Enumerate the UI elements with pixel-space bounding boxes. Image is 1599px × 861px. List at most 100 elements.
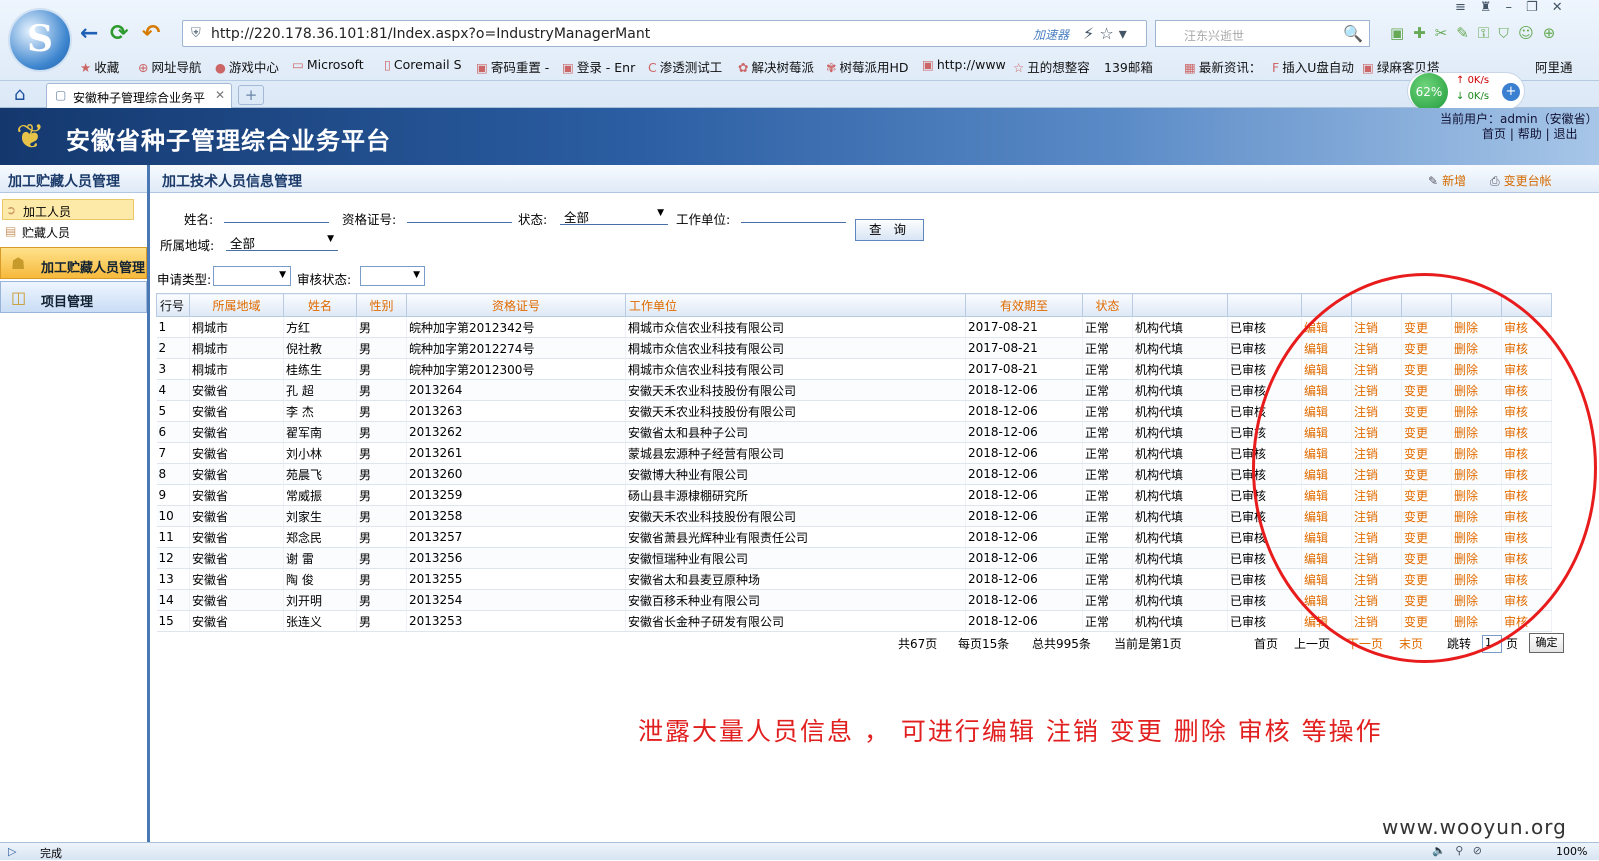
edit-link[interactable]: 编辑 (1301, 421, 1352, 443)
cancel-link[interactable]: 注销 (1351, 358, 1402, 380)
prev-page-link[interactable]: 上一页 (1294, 635, 1330, 652)
review-link[interactable]: 审核 (1501, 442, 1552, 464)
cancel-link[interactable]: 注销 (1351, 463, 1402, 485)
delete-link[interactable]: 删除 (1451, 421, 1502, 443)
first-page-link[interactable]: 首页 (1254, 635, 1278, 652)
bookmark-item[interactable]: ★ 收藏 (80, 57, 119, 76)
edit-link[interactable]: 编辑 (1301, 505, 1352, 527)
review-link[interactable]: 审核 (1501, 316, 1552, 338)
review-link[interactable]: 审核 (1501, 358, 1552, 380)
edit-link[interactable]: 编辑 (1301, 610, 1352, 632)
review-link[interactable]: 审核 (1501, 610, 1552, 632)
bookmark-item[interactable]: ▣ 寄码重置 - (476, 57, 549, 76)
cancel-link[interactable]: 注销 (1351, 442, 1402, 464)
edit-link[interactable]: 编辑 (1301, 547, 1352, 569)
exit-link[interactable]: 退出 (1553, 127, 1577, 141)
edit-link[interactable]: 编辑 (1301, 442, 1352, 464)
status-tray-icons[interactable]: 🔈 ⚲ ⊘ (1432, 844, 1485, 857)
delete-link[interactable]: 删除 (1451, 400, 1502, 422)
name-input[interactable] (224, 205, 329, 223)
back-arrow-icon[interactable]: ← (80, 22, 98, 46)
bookmark-item[interactable]: F 插入U盘自动 (1272, 57, 1354, 76)
cancel-link[interactable]: 注销 (1351, 505, 1402, 527)
edit-link[interactable]: 编辑 (1301, 484, 1352, 506)
bookmark-item[interactable]: 阿里通 (1535, 57, 1573, 76)
toolbar-icons[interactable]: ▣✚✂✎⚿⛉☺⊕ (1390, 24, 1564, 42)
edit-link[interactable]: 编辑 (1301, 568, 1352, 590)
change-link[interactable]: 变更 (1401, 316, 1452, 338)
change-link[interactable]: 变更 (1401, 589, 1452, 611)
query-button[interactable]: 查 询 (855, 219, 924, 241)
bookmark-item[interactable]: ✾ 树莓派用HD (826, 57, 909, 76)
bookmark-item[interactable]: ☆ 丑的想整容 (1013, 57, 1090, 76)
search-input[interactable]: 汪东兴逝世 🔍 (1155, 20, 1370, 47)
undo-icon[interactable]: ↶ (142, 22, 160, 46)
delete-link[interactable]: 删除 (1451, 463, 1502, 485)
window-controls[interactable]: ≡♜–❐✕ (1455, 0, 1577, 15)
cancel-link[interactable]: 注销 (1351, 316, 1402, 338)
change-link[interactable]: 变更 (1401, 337, 1452, 359)
new-button[interactable]: ✎ 新增 (1428, 172, 1466, 189)
cancel-link[interactable]: 注销 (1351, 400, 1402, 422)
review-link[interactable]: 审核 (1501, 400, 1552, 422)
close-icon[interactable]: ✕ (215, 88, 225, 102)
bookmark-item[interactable]: ● 游戏中心 (215, 57, 279, 76)
delete-link[interactable]: 删除 (1451, 316, 1502, 338)
change-link[interactable]: 变更 (1401, 358, 1452, 380)
change-link[interactable]: 变更 (1401, 505, 1452, 527)
bookmark-item[interactable]: ▯ Coremail S (384, 57, 462, 72)
change-link[interactable]: 变更 (1401, 442, 1452, 464)
review-link[interactable]: 审核 (1501, 337, 1552, 359)
review-link[interactable]: 审核 (1501, 505, 1552, 527)
star-icon[interactable]: ⚡ ☆ ▾ (1083, 24, 1127, 43)
review-link[interactable]: 审核 (1501, 463, 1552, 485)
edit-link[interactable]: 编辑 (1301, 526, 1352, 548)
cancel-link[interactable]: 注销 (1351, 526, 1402, 548)
review-link[interactable]: 审核 (1501, 484, 1552, 506)
home-icon[interactable]: ⌂ (14, 84, 25, 105)
change-link[interactable]: 变更 (1401, 379, 1452, 401)
search-icon[interactable]: 🔍 (1343, 24, 1363, 43)
change-link[interactable]: 变更 (1401, 421, 1452, 443)
sidebar-item-processing-staff[interactable]: ➲ 加工人员 (2, 199, 134, 220)
change-link[interactable]: 变更 (1401, 484, 1452, 506)
cert-input[interactable] (407, 205, 512, 223)
edit-link[interactable]: 编辑 (1301, 589, 1352, 611)
bookmark-item[interactable]: ✿ 解决树莓派 (738, 57, 814, 76)
unit-input[interactable] (741, 205, 846, 223)
change-link[interactable]: 变更 (1401, 400, 1452, 422)
bookmark-item[interactable]: ⊕ 网址导航 (138, 57, 202, 76)
cancel-link[interactable]: 注销 (1351, 568, 1402, 590)
cancel-link[interactable]: 注销 (1351, 337, 1402, 359)
network-monitor[interactable]: 62% ↑ 0K/s ↓ 0K/s + (1407, 72, 1525, 111)
edit-link[interactable]: 编辑 (1301, 379, 1352, 401)
delete-link[interactable]: 删除 (1451, 589, 1502, 611)
change-link[interactable]: 变更 (1401, 547, 1452, 569)
delete-link[interactable]: 删除 (1451, 358, 1502, 380)
delete-link[interactable]: 删除 (1451, 526, 1502, 548)
review-link[interactable]: 审核 (1501, 421, 1552, 443)
accelerator-label[interactable]: 加速器 (1033, 26, 1069, 43)
status-select[interactable]: 全部 ▼ (560, 207, 668, 225)
edit-link[interactable]: 编辑 (1301, 316, 1352, 338)
cancel-link[interactable]: 注销 (1351, 484, 1402, 506)
sidebar-section-projects[interactable]: ◫ 项目管理 (0, 281, 147, 313)
next-page-link[interactable]: 下一页 (1347, 635, 1383, 652)
bookmark-item[interactable]: ▭ Microsoft (292, 57, 364, 72)
help-link[interactable]: 帮助 (1518, 127, 1542, 141)
refresh-icon[interactable]: ⟳ (110, 22, 128, 46)
sidebar-item-storage-staff[interactable]: ▤ 贮藏人员 (2, 221, 134, 242)
delete-link[interactable]: 删除 (1451, 610, 1502, 632)
edit-link[interactable]: 编辑 (1301, 337, 1352, 359)
review-link[interactable]: 审核 (1501, 526, 1552, 548)
review-link[interactable]: 审核 (1501, 547, 1552, 569)
delete-link[interactable]: 删除 (1451, 442, 1502, 464)
bookmark-item[interactable]: 139邮箱 (1104, 57, 1153, 76)
cancel-link[interactable]: 注销 (1351, 379, 1402, 401)
cancel-link[interactable]: 注销 (1351, 547, 1402, 569)
review-link[interactable]: 审核 (1501, 379, 1552, 401)
cancel-link[interactable]: 注销 (1351, 610, 1402, 632)
sidebar-section-staff[interactable]: ☗ 加工贮藏人员管理 (0, 247, 147, 279)
region-select[interactable]: 全部 ▼ (226, 233, 338, 251)
zoom-level[interactable]: 100% (1556, 845, 1587, 858)
